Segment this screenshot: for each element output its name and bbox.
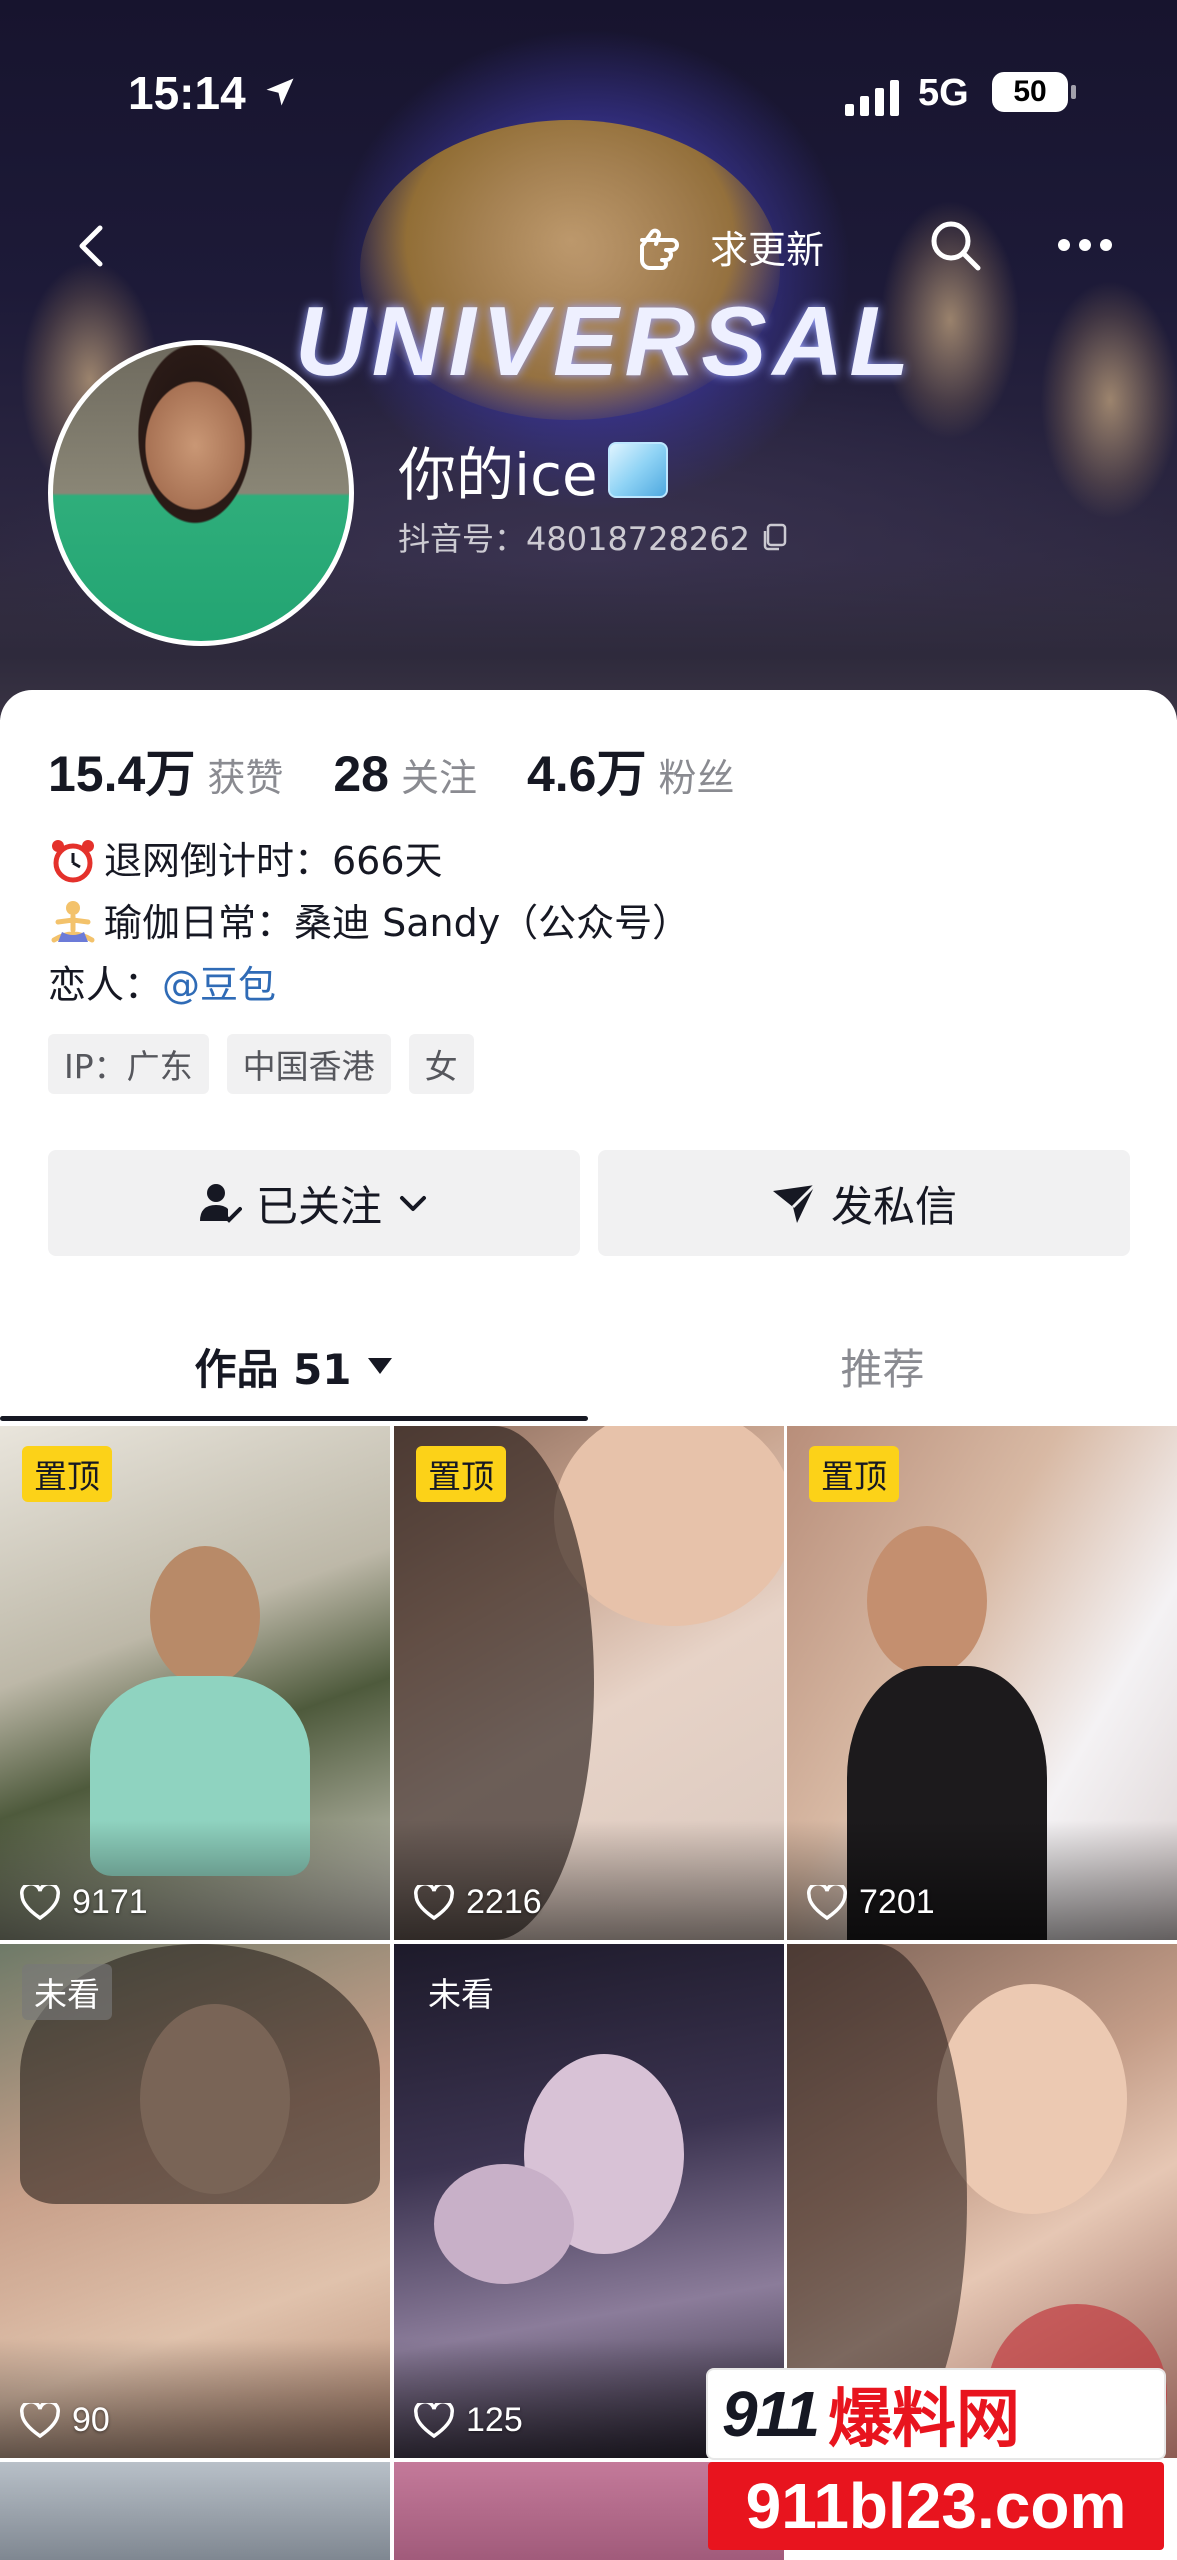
location-arrow-icon xyxy=(266,78,294,106)
tag-region: 中国香港 xyxy=(226,1034,391,1094)
stat-following[interactable]: 28 关注 xyxy=(333,745,477,803)
heart-icon xyxy=(414,2402,454,2438)
bio-line: 恋人： @豆包 xyxy=(48,954,690,1016)
pointing-hand-icon xyxy=(640,228,679,270)
followed-button[interactable]: 已关注 xyxy=(48,1150,580,1256)
tag-ip-location: IP：广东 xyxy=(48,1034,209,1094)
profile-bio: 退网倒计时：666天 瑜伽日常：桑迪 Sandy（公众号） 恋人： @豆包 xyxy=(48,830,690,1016)
stat-likes[interactable]: 15.4万 获赞 xyxy=(48,734,283,806)
send-paper-plane-icon xyxy=(772,1183,817,1223)
tab-recommend[interactable]: 推荐 xyxy=(588,1310,1177,1422)
tile-shade xyxy=(0,2338,390,2458)
stat-number: 15.4万 xyxy=(48,746,196,802)
user-check-icon xyxy=(199,1184,242,1223)
nickname-text: 你的ice xyxy=(398,441,598,509)
bio-line: 退网倒计时：666天 xyxy=(48,830,690,892)
bio-line: 瑜伽日常：桑迪 Sandy（公众号） xyxy=(48,892,690,954)
copy-icon[interactable] xyxy=(762,523,788,551)
battery-indicator: 50 xyxy=(992,72,1076,112)
status-bar: 15:14 5G 50 xyxy=(0,60,1177,130)
status-time: 15:14 xyxy=(128,67,246,119)
cellular-signal-icon xyxy=(845,80,899,116)
profile-tabs: 作品 51 推荐 xyxy=(0,1310,1177,1422)
stat-number: 28 xyxy=(333,746,389,802)
tile-shade xyxy=(787,1820,1177,1940)
video-thumbnail-subject xyxy=(150,1546,260,1686)
tile-shade xyxy=(0,1820,390,1940)
alarm-clock-icon xyxy=(52,840,94,883)
profile-nickname: 你的ice xyxy=(398,428,668,512)
douyin-id[interactable]: 抖音号：48018728262 xyxy=(398,514,788,560)
video-tile[interactable]: 置顶 2216 xyxy=(394,1426,784,1940)
profile-tags: IP：广东 中国香港 女 xyxy=(48,1034,474,1094)
pinned-badge: 置顶 xyxy=(416,1446,506,1502)
send-message-label: 发私信 xyxy=(830,1181,957,1231)
heart-icon xyxy=(20,2402,60,2438)
watermark-number: 911 xyxy=(722,2378,820,2450)
profile-actions: 已关注 发私信 xyxy=(48,1150,1130,1256)
banner-sign-text: UNIVERSAL xyxy=(295,286,916,396)
profile-stats: 15.4万 获赞 28 关注 4.6万 粉丝 xyxy=(48,734,785,806)
video-likes-count: 7201 xyxy=(859,1883,935,1921)
pinned-badge: 置顶 xyxy=(22,1446,112,1502)
stat-followers[interactable]: 4.6万 粉丝 xyxy=(527,734,735,806)
back-button[interactable] xyxy=(66,218,122,274)
video-likes-count: 90 xyxy=(72,2401,110,2439)
video-likes-count: 2216 xyxy=(466,1883,542,1921)
more-options-icon[interactable] xyxy=(1052,216,1118,274)
avatar[interactable] xyxy=(48,340,354,646)
watermark-logo: 911 爆料网 xyxy=(708,2370,1164,2458)
heart-icon xyxy=(414,1884,454,1920)
douyin-id-text: 抖音号：48018728262 xyxy=(398,520,750,558)
request-update-button[interactable]: 求更新 xyxy=(636,216,824,276)
bio-countdown-text: 退网倒计时：666天 xyxy=(104,839,443,883)
watermark-url: 911bl23.com xyxy=(708,2462,1164,2550)
video-tile[interactable]: 未看 90 xyxy=(0,1944,390,2458)
chevron-down-icon xyxy=(400,1196,426,1211)
heart-icon xyxy=(20,1884,60,1920)
active-tab-indicator xyxy=(0,1416,588,1421)
top-nav: 求更新 xyxy=(0,210,1177,280)
profile-banner: UNIVERSAL 15:14 5G 50 求更新 你的ice 抖音号：4801… xyxy=(0,0,1177,720)
bio-partner-label: 恋人： xyxy=(48,963,163,1007)
tab-works[interactable]: 作品 51 xyxy=(0,1310,588,1422)
video-thumbnail-subject xyxy=(867,1526,987,1676)
video-thumbnail-subject xyxy=(554,1426,784,1626)
video-tile[interactable]: 置顶 9171 xyxy=(0,1426,390,1940)
request-update-label: 求更新 xyxy=(710,227,825,272)
tile-shade xyxy=(394,1820,784,1940)
heart-icon xyxy=(807,1884,847,1920)
stat-label: 粉丝 xyxy=(658,756,735,800)
pinned-badge: 置顶 xyxy=(809,1446,899,1502)
bio-yoga-text: 瑜伽日常：桑迪 Sandy（公众号） xyxy=(104,901,691,945)
unseen-badge: 未看 xyxy=(22,1964,112,2020)
yoga-person-icon xyxy=(51,901,95,943)
video-likes-count: 125 xyxy=(466,2401,523,2439)
watermark-title: 爆料网 xyxy=(828,2383,1021,2457)
stat-label: 获赞 xyxy=(207,756,284,800)
video-thumbnail-subject xyxy=(434,2164,574,2284)
partner-mention-link[interactable]: @豆包 xyxy=(162,954,276,1016)
search-icon[interactable] xyxy=(926,216,984,274)
banner-tree xyxy=(1040,280,1177,520)
video-likes-count: 9171 xyxy=(72,1883,148,1921)
followed-label: 已关注 xyxy=(255,1181,382,1231)
send-message-button[interactable]: 发私信 xyxy=(598,1150,1130,1256)
video-likes: 125 xyxy=(414,2401,523,2440)
video-tile[interactable] xyxy=(0,2462,390,2560)
unseen-badge: 未看 xyxy=(428,1975,494,2014)
video-likes: 90 xyxy=(20,2401,110,2440)
video-likes: 7201 xyxy=(807,1883,935,1922)
stat-label: 关注 xyxy=(400,756,477,800)
tab-works-label: 作品 51 xyxy=(194,1344,352,1394)
video-likes: 2216 xyxy=(414,1883,542,1922)
network-type: 5G xyxy=(918,72,969,114)
video-likes: 9171 xyxy=(20,1883,148,1922)
video-tile[interactable]: 置顶 7201 xyxy=(787,1426,1177,1940)
caret-down-icon xyxy=(367,1358,392,1374)
stat-number: 4.6万 xyxy=(526,746,647,802)
ice-cube-icon xyxy=(607,442,668,498)
tab-recommend-label: 推荐 xyxy=(840,1344,925,1394)
tag-gender: 女 xyxy=(408,1034,474,1094)
